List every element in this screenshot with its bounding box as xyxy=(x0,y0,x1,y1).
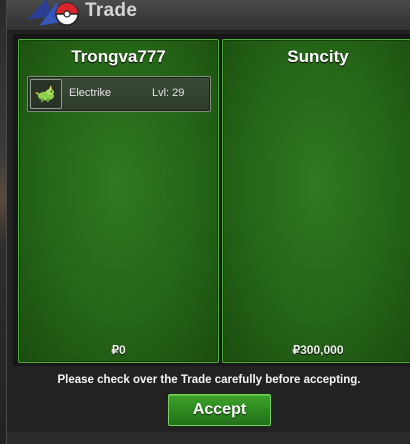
item-level: Lvl: 29 xyxy=(152,87,185,99)
trade-notice: Please check over the Trade carefully be… xyxy=(57,374,361,386)
pokeball-logo-icon xyxy=(27,0,79,26)
window-bottom-edge xyxy=(7,432,410,444)
trade-window: Trade Trongva777 Electrike Lvl: 29 ₽0 Su… xyxy=(6,0,410,444)
left-offer-panel: Trongva777 Electrike Lvl: 29 ₽0 xyxy=(18,39,219,363)
electrike-icon xyxy=(30,79,62,109)
left-money: ₽0 xyxy=(111,343,126,357)
accept-button[interactable]: Accept xyxy=(168,394,271,426)
window-title: Trade xyxy=(85,0,138,21)
trade-frame: Trongva777 Electrike Lvl: 29 ₽0 Suncity … xyxy=(13,34,410,366)
trade-item-row[interactable]: Electrike Lvl: 29 xyxy=(27,76,211,112)
left-player-name: Trongva777 xyxy=(71,47,166,66)
item-name: Electrike xyxy=(69,87,112,99)
title-bar[interactable]: Trade xyxy=(7,0,410,31)
right-money: ₽300,000 xyxy=(292,343,344,357)
right-player-name: Suncity xyxy=(287,47,349,66)
right-offer-panel: Suncity ₽300,000 xyxy=(222,39,410,363)
